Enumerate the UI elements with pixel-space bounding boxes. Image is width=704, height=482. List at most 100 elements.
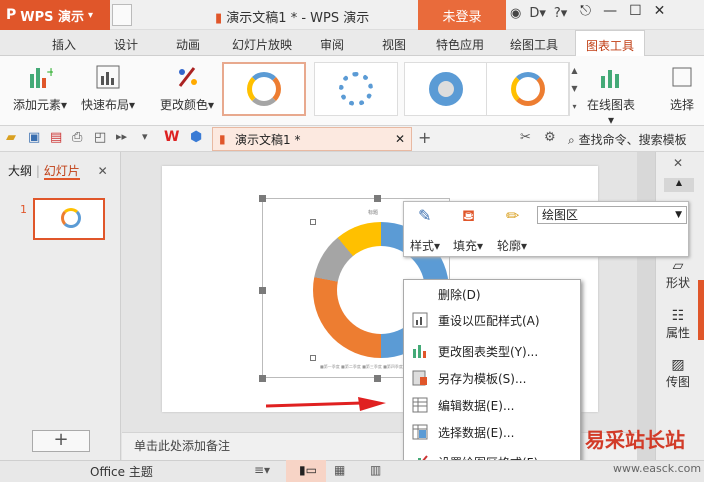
panel-expand-tab[interactable] bbox=[698, 280, 704, 340]
thumbnail-donut bbox=[61, 208, 81, 228]
app-menu-button[interactable]: P WPS 演示 ▾ bbox=[0, 0, 110, 30]
online-chart-button[interactable]: 在线图表▾ bbox=[585, 64, 637, 127]
minimize-button[interactable]: — bbox=[603, 3, 617, 19]
open-folder-icon[interactable]: ▰ bbox=[6, 130, 16, 145]
tab-slides[interactable]: 幻灯片 bbox=[43, 164, 80, 180]
title-icons: ◉ D▾ ?▾ bbox=[510, 6, 567, 21]
tab-chart-tools[interactable]: 图表工具 bbox=[575, 30, 646, 56]
settings-icon[interactable]: ⚙ bbox=[544, 130, 556, 145]
resize-handle[interactable] bbox=[259, 195, 266, 202]
panel-item-property[interactable]: ☷ 属性 bbox=[660, 308, 696, 341]
cloud-cube-icon[interactable]: ⬢ bbox=[190, 129, 202, 145]
style-button[interactable]: 样式▾ bbox=[410, 237, 440, 254]
watermark-url: www.easck.com bbox=[613, 462, 702, 475]
select-label: 选择 bbox=[669, 98, 694, 112]
chart-style-1[interactable] bbox=[222, 62, 306, 116]
slide-number: 1 bbox=[20, 203, 27, 216]
restore-panel-icon[interactable]: ⎋ bbox=[580, 3, 591, 19]
app-menu-label: WPS 演示 bbox=[20, 9, 85, 25]
help-icon[interactable]: ?▾ bbox=[554, 6, 567, 21]
chart-title[interactable]: 标题 bbox=[368, 209, 378, 216]
chart-style-2[interactable] bbox=[314, 62, 398, 116]
maximize-button[interactable]: ☐ bbox=[629, 3, 642, 19]
style-preview bbox=[247, 72, 281, 106]
share-icon[interactable]: D▾ bbox=[529, 6, 546, 21]
normal-view-icon: ▮▭ bbox=[299, 463, 317, 477]
more-icon[interactable]: ▸▸ bbox=[116, 130, 127, 143]
slide-thumbnail[interactable] bbox=[33, 198, 105, 240]
tab-design[interactable]: 设计 bbox=[114, 36, 138, 53]
tab-special[interactable]: 特色应用 bbox=[436, 36, 484, 53]
menu-item-label: 重设以匹配样式(A) bbox=[438, 313, 540, 328]
menu-item-edit-data[interactable]: 编辑数据(E)... bbox=[404, 392, 580, 418]
notes-toggle-icon[interactable]: ≡▾ bbox=[254, 463, 270, 477]
customize-dropdown-icon[interactable]: ▾ bbox=[142, 130, 148, 143]
chart-legend[interactable]: ■第一季度 ■第二季度 ■第三季度 ■第四季度 bbox=[320, 364, 403, 370]
chart-element-select[interactable]: 绘图区 ▼ bbox=[537, 206, 687, 224]
chart-style-3[interactable] bbox=[404, 62, 488, 116]
save-icon[interactable]: ▣ bbox=[28, 130, 40, 145]
style-preview bbox=[429, 72, 463, 106]
chart-style-4[interactable] bbox=[486, 62, 570, 116]
palette-icon bbox=[174, 64, 200, 90]
style-icon: ✎ bbox=[418, 206, 432, 225]
tab-review[interactable]: 审阅 bbox=[320, 36, 344, 53]
preview-icon[interactable]: ◰ bbox=[94, 130, 106, 145]
quick-layout-button[interactable]: 快速布局▾ bbox=[78, 64, 138, 113]
menu-item-save-template[interactable]: 另存为模板(S)... bbox=[404, 365, 580, 391]
document-tab-label: 演示文稿1 * bbox=[235, 132, 301, 147]
chevron-down-icon: ▾ bbox=[88, 9, 94, 21]
tab-view[interactable]: 视图 bbox=[382, 36, 406, 53]
print-icon[interactable]: ⎙ bbox=[72, 130, 82, 145]
change-chart-type-icon bbox=[413, 345, 426, 358]
menu-item-delete[interactable]: 删除(D) bbox=[404, 281, 580, 307]
panel-item-image[interactable]: ▨ 传图 bbox=[660, 357, 696, 390]
menu-item-select-data[interactable]: 选择数据(E)... bbox=[404, 419, 580, 445]
normal-view-button[interactable]: ▮▭ bbox=[286, 460, 326, 482]
resize-handle[interactable] bbox=[374, 195, 381, 202]
close-button[interactable]: ✕ bbox=[654, 3, 666, 19]
export-pdf-icon[interactable]: ▤ bbox=[50, 130, 62, 145]
resize-handle[interactable] bbox=[259, 375, 266, 382]
menu-item-reset-style[interactable]: 重设以匹配样式(A) bbox=[404, 307, 580, 333]
search-box[interactable]: ⌕ 查找命令、搜索模板 bbox=[568, 131, 687, 148]
fill-button[interactable]: 填充▾ bbox=[453, 237, 483, 254]
plot-area-handle[interactable] bbox=[310, 219, 316, 225]
resize-handle[interactable] bbox=[374, 375, 381, 382]
close-icon[interactable]: ✕ bbox=[395, 132, 405, 146]
outline-button[interactable]: 轮廓▾ bbox=[497, 237, 527, 254]
tools-icon[interactable]: ✂ bbox=[520, 130, 531, 145]
document-tab[interactable]: ▮ 演示文稿1 * ✕ bbox=[212, 127, 412, 151]
change-color-label: 更改颜色 bbox=[159, 98, 208, 112]
panel-close-icon[interactable]: ✕ bbox=[673, 156, 683, 170]
skin-icon[interactable]: ◉ bbox=[510, 6, 521, 21]
tab-animation[interactable]: 动画 bbox=[176, 36, 200, 53]
tab-drawing-tools[interactable]: 绘图工具 bbox=[510, 36, 558, 53]
reading-view-icon[interactable]: ▥ bbox=[370, 463, 381, 477]
resize-handle[interactable] bbox=[259, 287, 266, 294]
panel-item-shape[interactable]: ▱ 形状 bbox=[660, 258, 696, 291]
layout-icon bbox=[95, 64, 121, 90]
add-tab-icon[interactable]: + bbox=[418, 128, 431, 147]
login-button[interactable]: 未登录 bbox=[418, 0, 506, 30]
new-tab-button[interactable] bbox=[112, 4, 132, 26]
vertical-scrollbar[interactable] bbox=[637, 152, 655, 460]
style-label: 样式 bbox=[410, 239, 435, 253]
sorter-view-icon[interactable]: ▦ bbox=[334, 463, 345, 477]
tab-insert[interactable]: 插入 bbox=[52, 36, 76, 53]
tab-outline[interactable]: 大纲 bbox=[8, 164, 32, 178]
slides-doc-icon: ▮ bbox=[219, 132, 226, 146]
style-preview bbox=[511, 72, 545, 106]
plot-area-handle[interactable] bbox=[310, 355, 316, 361]
gallery-scroll[interactable]: ▲ ▼ ▾ bbox=[568, 62, 580, 116]
fill-bucket-icon: ⛾ bbox=[462, 206, 476, 225]
add-slide-button[interactable]: + bbox=[32, 430, 90, 452]
add-element-button[interactable]: + 添加元素▾ bbox=[10, 64, 70, 113]
wps-w-icon[interactable]: W bbox=[164, 129, 179, 145]
tab-slideshow[interactable]: 幻灯片放映 bbox=[232, 36, 292, 53]
close-panel-icon[interactable]: ✕ bbox=[98, 164, 108, 178]
change-color-button[interactable]: 更改颜色▾ bbox=[157, 64, 217, 113]
select-button[interactable]: 选择 bbox=[662, 64, 702, 113]
menu-item-change-type[interactable]: 更改图表类型(Y)... bbox=[404, 338, 580, 364]
scroll-up-icon[interactable]: ▲ bbox=[664, 178, 694, 192]
